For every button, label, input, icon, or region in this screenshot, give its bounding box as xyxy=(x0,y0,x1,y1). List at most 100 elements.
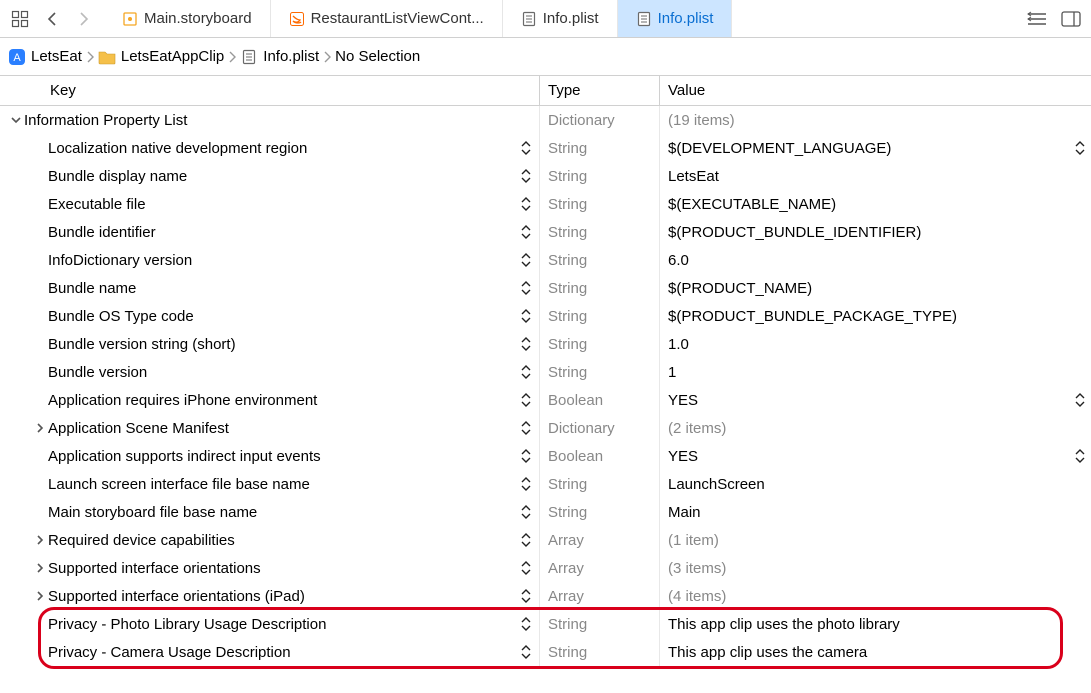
table-row[interactable]: Application requires iPhone environmentB… xyxy=(0,386,1091,414)
cell-value[interactable]: (2 items) xyxy=(660,414,1091,442)
cell-type[interactable]: Dictionary xyxy=(540,106,660,134)
cell-key[interactable]: Bundle identifier xyxy=(0,218,540,246)
table-row[interactable]: Application Scene ManifestDictionary(2 i… xyxy=(0,414,1091,442)
table-row[interactable]: Main storyboard file base nameStringMain xyxy=(0,498,1091,526)
cell-key[interactable]: Application supports indirect input even… xyxy=(0,442,540,470)
cell-key[interactable]: Bundle OS Type code xyxy=(0,302,540,330)
disclosure-triangle-icon[interactable] xyxy=(32,563,48,573)
key-stepper-icon[interactable] xyxy=(517,505,535,519)
key-stepper-icon[interactable] xyxy=(517,365,535,379)
key-stepper-icon[interactable] xyxy=(517,421,535,435)
table-row[interactable]: Bundle OS Type codeString$(PRODUCT_BUNDL… xyxy=(0,302,1091,330)
cell-key[interactable]: Supported interface orientations xyxy=(0,554,540,582)
table-row[interactable]: Launch screen interface file base nameSt… xyxy=(0,470,1091,498)
key-stepper-icon[interactable] xyxy=(517,533,535,547)
key-stepper-icon[interactable] xyxy=(517,337,535,351)
tab-0[interactable]: Main.storyboard xyxy=(104,0,271,37)
cell-key[interactable]: Bundle version xyxy=(0,358,540,386)
cell-type[interactable]: Boolean xyxy=(540,442,660,470)
cell-value[interactable]: $(EXECUTABLE_NAME) xyxy=(660,190,1091,218)
cell-type[interactable]: Array xyxy=(540,526,660,554)
cell-value[interactable]: $(PRODUCT_BUNDLE_PACKAGE_TYPE) xyxy=(660,302,1091,330)
cell-type[interactable]: String xyxy=(540,134,660,162)
cell-key[interactable]: Supported interface orientations (iPad) xyxy=(0,582,540,610)
breadcrumb-item-3[interactable]: No Selection xyxy=(335,48,420,65)
cell-type[interactable]: Boolean xyxy=(540,386,660,414)
key-stepper-icon[interactable] xyxy=(517,561,535,575)
cell-key[interactable]: Privacy - Camera Usage Description xyxy=(0,638,540,666)
key-stepper-icon[interactable] xyxy=(517,141,535,155)
table-row[interactable]: Information Property ListDictionary(19 i… xyxy=(0,106,1091,134)
tab-2[interactable]: Info.plist xyxy=(503,0,618,37)
cell-value[interactable]: This app clip uses the photo library xyxy=(660,610,1091,638)
cell-value[interactable]: 6.0 xyxy=(660,246,1091,274)
history-forward-icon[interactable] xyxy=(72,7,96,31)
table-row[interactable]: Executable fileString$(EXECUTABLE_NAME) xyxy=(0,190,1091,218)
cell-value[interactable]: $(PRODUCT_BUNDLE_IDENTIFIER) xyxy=(660,218,1091,246)
disclosure-triangle-icon[interactable] xyxy=(32,423,48,433)
key-stepper-icon[interactable] xyxy=(517,449,535,463)
key-stepper-icon[interactable] xyxy=(517,281,535,295)
cell-value[interactable]: YES xyxy=(660,386,1091,414)
cell-key[interactable]: Application requires iPhone environment xyxy=(0,386,540,414)
cell-value[interactable]: (4 items) xyxy=(660,582,1091,610)
related-items-icon[interactable] xyxy=(8,7,32,31)
cell-type[interactable]: String xyxy=(540,302,660,330)
key-stepper-icon[interactable] xyxy=(517,197,535,211)
key-stepper-icon[interactable] xyxy=(517,617,535,631)
table-row[interactable]: Privacy - Photo Library Usage Descriptio… xyxy=(0,610,1091,638)
cell-type[interactable]: String xyxy=(540,190,660,218)
table-row[interactable]: Privacy - Camera Usage DescriptionString… xyxy=(0,638,1091,666)
cell-value[interactable]: 1.0 xyxy=(660,330,1091,358)
table-row[interactable]: InfoDictionary versionString6.0 xyxy=(0,246,1091,274)
cell-key[interactable]: Bundle version string (short) xyxy=(0,330,540,358)
cell-type[interactable]: String xyxy=(540,246,660,274)
cell-value[interactable]: (3 items) xyxy=(660,554,1091,582)
key-stepper-icon[interactable] xyxy=(517,169,535,183)
editor-options-icon[interactable] xyxy=(1025,7,1049,31)
table-row[interactable]: Localization native development regionSt… xyxy=(0,134,1091,162)
cell-value[interactable]: $(PRODUCT_NAME) xyxy=(660,274,1091,302)
cell-value[interactable]: LetsEat xyxy=(660,162,1091,190)
key-stepper-icon[interactable] xyxy=(517,309,535,323)
key-stepper-icon[interactable] xyxy=(517,393,535,407)
key-stepper-icon[interactable] xyxy=(517,477,535,491)
breadcrumb-item-1[interactable]: LetsEatAppClip xyxy=(98,48,224,66)
table-row[interactable]: Required device capabilitiesArray(1 item… xyxy=(0,526,1091,554)
disclosure-triangle-icon[interactable] xyxy=(32,535,48,545)
tab-3[interactable]: Info.plist xyxy=(618,0,733,37)
breadcrumb-item-2[interactable]: Info.plist xyxy=(240,48,319,66)
key-stepper-icon[interactable] xyxy=(517,225,535,239)
cell-key[interactable]: Localization native development region xyxy=(0,134,540,162)
table-row[interactable]: Bundle display nameStringLetsEat xyxy=(0,162,1091,190)
cell-key[interactable]: Launch screen interface file base name xyxy=(0,470,540,498)
cell-key[interactable]: Main storyboard file base name xyxy=(0,498,540,526)
table-row[interactable]: Bundle nameString$(PRODUCT_NAME) xyxy=(0,274,1091,302)
value-stepper-icon[interactable] xyxy=(1075,393,1085,407)
cell-type[interactable]: String xyxy=(540,470,660,498)
cell-key[interactable]: Bundle name xyxy=(0,274,540,302)
value-stepper-icon[interactable] xyxy=(1075,449,1085,463)
cell-value[interactable]: (19 items) xyxy=(660,106,1091,134)
cell-value[interactable]: This app clip uses the camera xyxy=(660,638,1091,666)
table-row[interactable]: Supported interface orientations (iPad)A… xyxy=(0,582,1091,610)
cell-type[interactable]: String xyxy=(540,358,660,386)
cell-key[interactable]: Bundle display name xyxy=(0,162,540,190)
column-header-key[interactable]: Key xyxy=(0,76,540,105)
cell-type[interactable]: String xyxy=(540,218,660,246)
cell-type[interactable]: Dictionary xyxy=(540,414,660,442)
cell-type[interactable]: String xyxy=(540,274,660,302)
cell-value[interactable]: LaunchScreen xyxy=(660,470,1091,498)
key-stepper-icon[interactable] xyxy=(517,253,535,267)
column-header-value[interactable]: Value xyxy=(660,76,1091,105)
cell-value[interactable]: 1 xyxy=(660,358,1091,386)
cell-key[interactable]: Information Property List xyxy=(0,106,540,134)
cell-type[interactable]: String xyxy=(540,610,660,638)
cell-type[interactable]: Array xyxy=(540,554,660,582)
table-row[interactable]: Supported interface orientationsArray(3 … xyxy=(0,554,1091,582)
key-stepper-icon[interactable] xyxy=(517,645,535,659)
cell-key[interactable]: Application Scene Manifest xyxy=(0,414,540,442)
cell-type[interactable]: String xyxy=(540,638,660,666)
cell-key[interactable]: Required device capabilities xyxy=(0,526,540,554)
cell-value[interactable]: $(DEVELOPMENT_LANGUAGE) xyxy=(660,134,1091,162)
